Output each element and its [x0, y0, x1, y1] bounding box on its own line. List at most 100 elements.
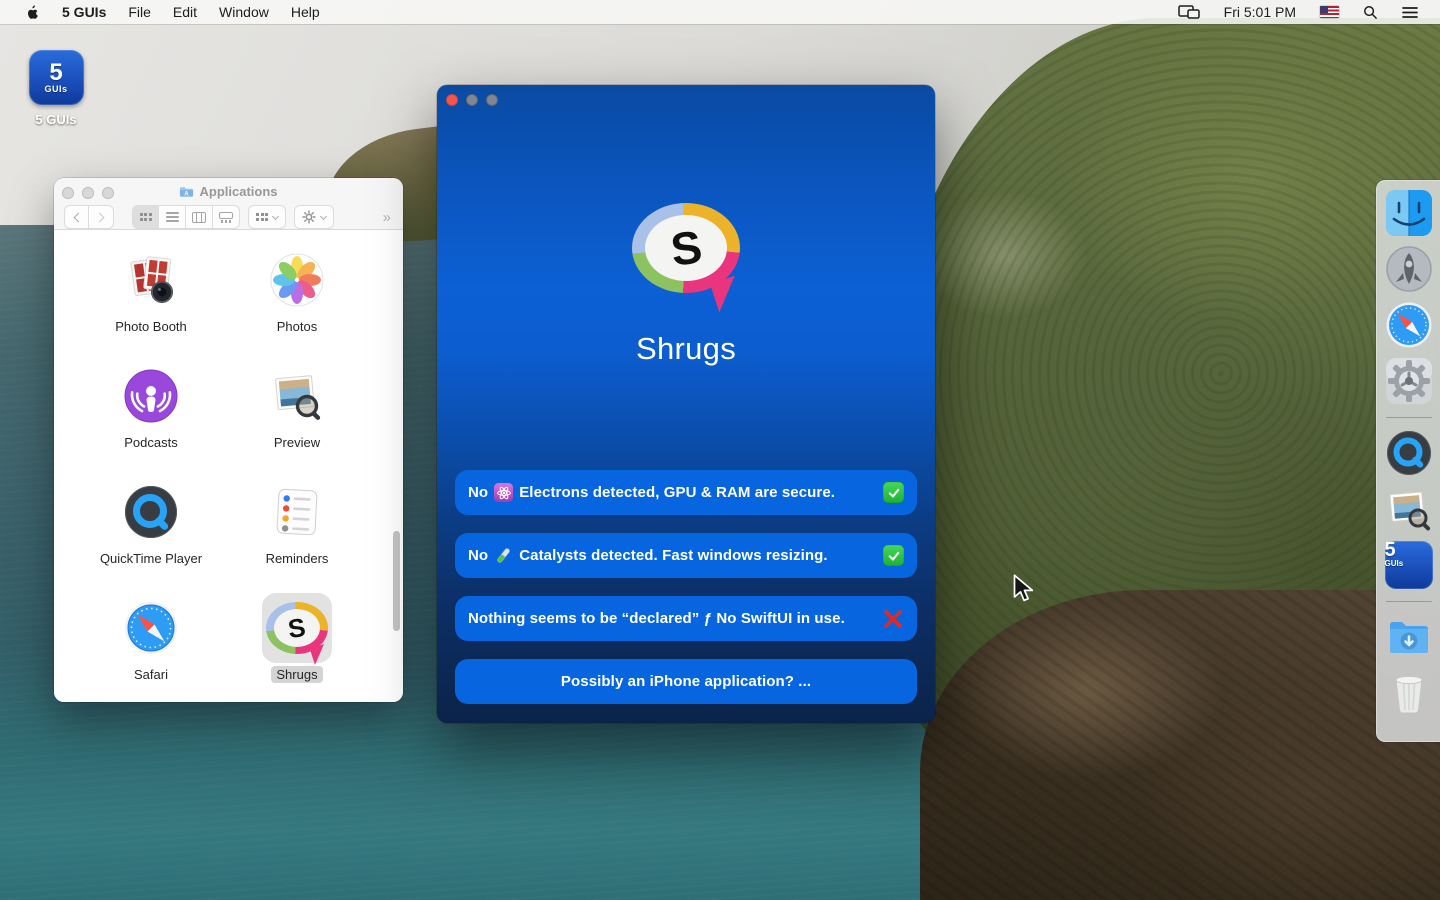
menu-file[interactable]: File	[117, 0, 162, 24]
column-view-icon	[192, 212, 206, 223]
status-row-iphone[interactable]: Possibly an iPhone application? ...	[455, 659, 917, 704]
finder-title-text: Applications	[199, 184, 277, 199]
reminders-icon	[269, 484, 325, 540]
input-source-menu[interactable]	[1312, 0, 1347, 24]
cross-fail-icon	[882, 608, 904, 630]
view-gallery-button[interactable]	[213, 205, 240, 229]
dock-item-finder[interactable]	[1385, 189, 1433, 237]
zoom-button	[486, 94, 498, 106]
clock-menu[interactable]: Fri 5:01 PM	[1216, 0, 1304, 24]
mouse-cursor	[1012, 574, 1033, 607]
trash-icon	[1385, 669, 1433, 717]
desktop-icon-label: 5 GUIs	[22, 112, 90, 127]
notification-center-icon	[1402, 6, 1418, 19]
dock-item-downloads[interactable]	[1385, 613, 1433, 661]
row-text: Nothing seems to be “declared” ƒ No Swif…	[468, 610, 845, 627]
five-guis-icon: 5 GUIs	[1385, 541, 1433, 589]
finder-item-label: Reminders	[261, 550, 334, 567]
dock-divider	[1386, 601, 1432, 602]
finder-item-shrugs[interactable]: S Shrugs	[237, 593, 357, 702]
gallery-view-icon	[219, 212, 233, 223]
dock-item-launchpad[interactable]	[1385, 245, 1433, 293]
dock-item-safari[interactable]	[1385, 301, 1433, 349]
launchpad-icon	[1385, 245, 1433, 293]
status-row-swiftui: Nothing seems to be “declared” ƒ No Swif…	[455, 596, 917, 641]
shrugs-app-logo: S	[632, 203, 740, 293]
wallpaper-rocks	[920, 590, 1440, 900]
safari-icon	[1385, 301, 1433, 349]
atom-icon	[494, 483, 513, 502]
status-row-catalyst: No Catalysts detected. Fast windows resi…	[455, 533, 917, 578]
finder-content: Photo Booth Photos	[54, 231, 403, 702]
view-columns-button[interactable]	[186, 205, 213, 229]
shrugs-app-title: Shrugs	[437, 331, 935, 367]
group-by-button[interactable]	[248, 205, 286, 229]
apple-menu[interactable]	[14, 0, 51, 24]
gear-icon	[302, 210, 316, 224]
search-icon	[1363, 5, 1378, 20]
photo-booth-icon	[123, 252, 179, 308]
view-list-button[interactable]	[159, 205, 186, 229]
menu-window[interactable]: Window	[208, 0, 280, 24]
row-text: Catalysts detected. Fast windows resizin…	[519, 547, 827, 564]
logo-letter: S	[668, 223, 705, 273]
us-flag-icon	[1320, 6, 1339, 18]
shrugs-icon: S	[266, 602, 328, 654]
quicktime-icon	[1385, 429, 1433, 477]
finder-window-title: A Applications	[54, 184, 403, 199]
dock-item-quicktime[interactable]	[1385, 429, 1433, 477]
finder-item-label: Safari	[129, 666, 173, 683]
chevron-down-icon	[272, 212, 279, 219]
finder-item-photo-booth[interactable]: Photo Booth	[91, 245, 211, 361]
forward-button[interactable]	[89, 205, 114, 229]
finder-item-podcasts[interactable]: Podcasts	[91, 361, 211, 477]
chevron-right-icon	[95, 212, 105, 222]
chevron-down-icon	[320, 212, 327, 219]
menu-edit[interactable]: Edit	[162, 0, 208, 24]
menu-bar: 5 GUIs File Edit Window Help Fri 5:01 PM	[0, 0, 1440, 24]
finder-item-quicktime[interactable]: QuickTime Player	[91, 477, 211, 593]
dock: 5 GUIs	[1376, 180, 1440, 742]
desktop-icon-5guis[interactable]: 5 GUIs 5 GUIs	[22, 50, 90, 127]
menu-help[interactable]: Help	[280, 0, 331, 24]
notification-center-menu[interactable]	[1394, 0, 1426, 24]
spotlight-menu[interactable]	[1355, 0, 1386, 24]
finder-window: A Applications	[54, 178, 403, 702]
finder-item-reminders[interactable]: Reminders	[237, 477, 357, 593]
svg-text:A: A	[185, 190, 190, 197]
group-icon	[256, 213, 268, 221]
finder-item-label: Podcasts	[119, 434, 182, 451]
photos-icon	[269, 252, 325, 308]
action-menu-button[interactable]	[294, 205, 334, 229]
toolbar-overflow-button[interactable]: »	[383, 209, 393, 226]
chevron-left-icon	[73, 212, 83, 222]
dock-item-trash[interactable]	[1385, 669, 1433, 717]
finder-titlebar[interactable]: A Applications	[54, 178, 403, 230]
finder-item-preview[interactable]: Preview	[237, 361, 357, 477]
quicktime-icon	[123, 484, 179, 540]
view-icons-button[interactable]	[132, 205, 159, 229]
screen-mirroring-menu[interactable]	[1170, 0, 1208, 24]
list-view-icon	[166, 212, 179, 222]
close-button[interactable]	[446, 94, 458, 106]
apple-logo-icon	[25, 4, 40, 21]
dock-item-system-preferences[interactable]	[1385, 357, 1433, 405]
icon-view-icon	[140, 213, 152, 221]
finder-item-label: Preview	[269, 434, 325, 451]
dock-item-five-guis[interactable]: 5 GUIs	[1385, 541, 1433, 589]
check-pass-icon	[883, 545, 904, 566]
dock-item-preview[interactable]	[1385, 485, 1433, 533]
finder-item-label: Shrugs	[271, 666, 322, 683]
finder-icon	[1385, 189, 1433, 237]
active-app-menu[interactable]: 5 GUIs	[51, 0, 117, 24]
5guis-app-icon: 5 GUIs	[29, 50, 84, 105]
row-text: Electrons detected, GPU & RAM are secure…	[519, 484, 835, 501]
finder-scrollbar[interactable]	[393, 531, 400, 631]
check-pass-icon	[883, 482, 904, 503]
finder-item-safari[interactable]: Safari	[91, 593, 211, 702]
podcasts-icon	[123, 368, 179, 424]
finder-item-photos[interactable]: Photos	[237, 245, 357, 361]
back-button[interactable]	[64, 205, 89, 229]
system-preferences-icon	[1385, 357, 1433, 405]
preview-icon	[269, 368, 325, 424]
